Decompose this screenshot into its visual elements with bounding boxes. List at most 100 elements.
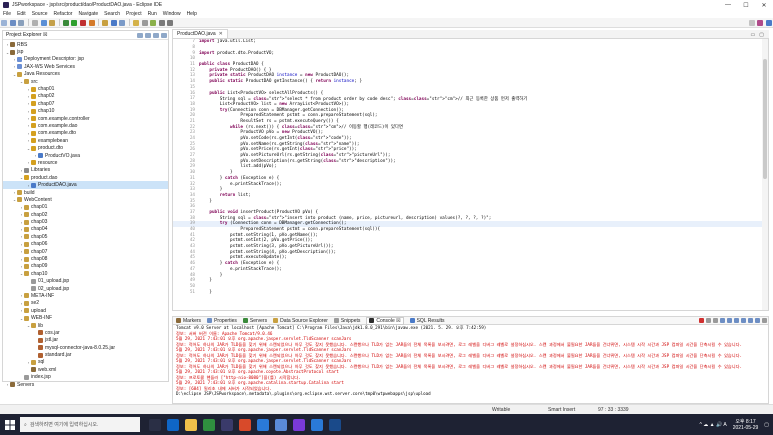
menu-search[interactable]: Search	[104, 11, 120, 17]
menu-edit[interactable]: Edit	[17, 11, 26, 17]
tree-item[interactable]: ⌄ lib	[3, 322, 168, 329]
link-editor-icon[interactable]	[145, 32, 151, 38]
minimize-view-icon[interactable]	[161, 32, 167, 38]
minimize-console-icon[interactable]	[762, 318, 767, 323]
tree-item[interactable]: › Libraries	[3, 167, 168, 174]
tree-item[interactable]: ⌄ product.dao	[3, 174, 168, 181]
tree-item[interactable]: › chap08	[3, 255, 168, 262]
perspective-javaee-icon[interactable]	[757, 19, 764, 26]
app-icon-5[interactable]	[311, 418, 323, 431]
run-icon[interactable]	[71, 19, 78, 26]
tree-item[interactable]: › examplebean	[3, 137, 168, 144]
tab-servers[interactable]: Servers	[242, 318, 267, 324]
tree-item[interactable]: ⌄ Java Resources	[3, 71, 168, 78]
external-tools-icon[interactable]	[80, 19, 87, 26]
tree-item[interactable]: › ProductVO.java	[3, 152, 168, 159]
collapse-all-icon[interactable]	[137, 32, 143, 38]
tab-properties[interactable]: Properties	[207, 318, 237, 324]
menu-refactor[interactable]: Refactor	[54, 11, 73, 17]
tree-item[interactable]: › se2	[3, 300, 168, 307]
tree-item[interactable]: › Servers	[3, 381, 168, 388]
console-output[interactable]: Tomcat v9.0 Server at localhost [Apache …	[172, 325, 769, 404]
edge-icon[interactable]	[167, 418, 179, 431]
tree-item[interactable]: ⌄ chap10	[3, 270, 168, 277]
tree-item[interactable]: jstl.jar	[3, 337, 168, 344]
perspective-java-icon[interactable]	[765, 19, 772, 26]
close-button[interactable]: ✕	[755, 2, 773, 9]
search-icon[interactable]	[133, 19, 140, 26]
app-icon-1[interactable]	[239, 418, 251, 431]
tree-item[interactable]: › com.example.dao	[3, 122, 168, 129]
tree-item[interactable]: › chap01	[3, 85, 168, 92]
tree-item[interactable]: › chap04	[3, 226, 168, 233]
tree-item[interactable]: › chap07	[3, 248, 168, 255]
chrome-icon[interactable]	[203, 418, 215, 431]
taskbar-search-box[interactable]: ⌕ 검색하려면 여기에 입력하십시오.	[20, 417, 140, 432]
save-all-icon[interactable]	[18, 19, 25, 26]
new-package-icon[interactable]	[102, 19, 109, 26]
coverage-icon[interactable]	[88, 19, 95, 26]
tree-item[interactable]: › upload	[3, 307, 168, 314]
notification-icon[interactable]: ▢	[764, 422, 769, 428]
windows-start-button[interactable]	[0, 419, 20, 430]
tree-item[interactable]: mysql-connector-java-8.0.25.jar	[3, 344, 168, 351]
tree-item[interactable]: › chap01	[3, 204, 168, 211]
search-toolbar-icon[interactable]	[748, 19, 755, 26]
pin-console-icon[interactable]	[741, 318, 746, 323]
app-icon-6[interactable]	[329, 418, 341, 431]
tree-item[interactable]: › RBS	[3, 41, 168, 48]
menu-help[interactable]: Help	[187, 11, 197, 17]
tree-item[interactable]: › Deployment Descriptor: jsp	[3, 56, 168, 63]
tab-snippets[interactable]: Snippets	[333, 318, 360, 324]
word-wrap-icon[interactable]	[734, 318, 739, 323]
tree-item[interactable]: › chap06	[3, 241, 168, 248]
tree-item[interactable]: cos.jar	[3, 329, 168, 336]
tree-item[interactable]: › chap02	[3, 93, 168, 100]
minimize-editor-icon[interactable]: ▭	[751, 32, 756, 38]
tab-sql-results[interactable]: SQL Results	[409, 318, 444, 324]
tree-item[interactable]: › META-INF	[3, 292, 168, 299]
tree-item[interactable]: › ProductDAO.java	[3, 181, 168, 189]
open-type-hierarchy-icon[interactable]	[119, 19, 126, 26]
scroll-lock-icon[interactable]	[727, 318, 732, 323]
tree-item[interactable]: › resource	[3, 159, 168, 166]
display-console-icon[interactable]	[748, 318, 753, 323]
close-tab-icon[interactable]: ✕	[219, 31, 223, 37]
tree-item[interactable]: › chap02	[3, 211, 168, 218]
remove-launch-icon[interactable]	[706, 318, 711, 323]
terminate-icon[interactable]	[699, 318, 704, 323]
tree-item[interactable]: › chap09	[3, 263, 168, 270]
tree-item[interactable]: ⌄ product.dto	[3, 144, 168, 151]
tree-item[interactable]: › JAX-WS Web Services	[3, 63, 168, 70]
eclipse-taskbar-icon[interactable]	[221, 418, 233, 431]
menu-source[interactable]: Source	[32, 11, 48, 17]
remove-all-icon[interactable]	[713, 318, 718, 323]
tree-item[interactable]: › com.example.controller	[3, 115, 168, 122]
open-type-icon[interactable]	[49, 19, 56, 26]
maximize-button[interactable]: ☐	[737, 2, 755, 9]
tree-item[interactable]: ⌄ WebContent	[3, 196, 168, 203]
maximize-editor-icon[interactable]: ▢	[759, 32, 764, 38]
menu-navigate[interactable]: Navigate	[78, 11, 98, 17]
tray-icons[interactable]: ^ ☁ ▲ 🔊 A	[700, 422, 727, 428]
tab-console[interactable]: Console ☒	[366, 316, 404, 325]
code-editor[interactable]: 7 import java.util.List; 8 9 import product.…	[172, 39, 769, 311]
tree-item[interactable]: standard.jar	[3, 351, 168, 358]
tab-data-source-explorer[interactable]: Data Source Explorer	[273, 318, 328, 324]
new-icon[interactable]	[1, 19, 8, 26]
new-class-icon[interactable]	[110, 19, 117, 26]
tree-item[interactable]: › com.example.dto	[3, 130, 168, 137]
tree-item[interactable]: › chap05	[3, 233, 168, 240]
tree-item[interactable]: › chap07	[3, 100, 168, 107]
menu-run[interactable]: Run	[148, 11, 157, 17]
open-console-icon[interactable]	[755, 318, 760, 323]
toggle-mark-icon[interactable]	[141, 19, 148, 26]
tree-item[interactable]: index.jsp	[3, 374, 168, 381]
tree-item[interactable]: 02_upload.jsp	[3, 285, 168, 292]
app-icon-4[interactable]	[293, 418, 305, 431]
tree-item[interactable]: ⌄ jsp	[3, 48, 168, 55]
tree-item[interactable]: › sql	[3, 359, 168, 366]
tab-markers[interactable]: Markers	[176, 318, 201, 324]
project-explorer-title[interactable]: Project Explorer ☒	[6, 32, 47, 38]
menu-window[interactable]: Window	[163, 11, 181, 17]
